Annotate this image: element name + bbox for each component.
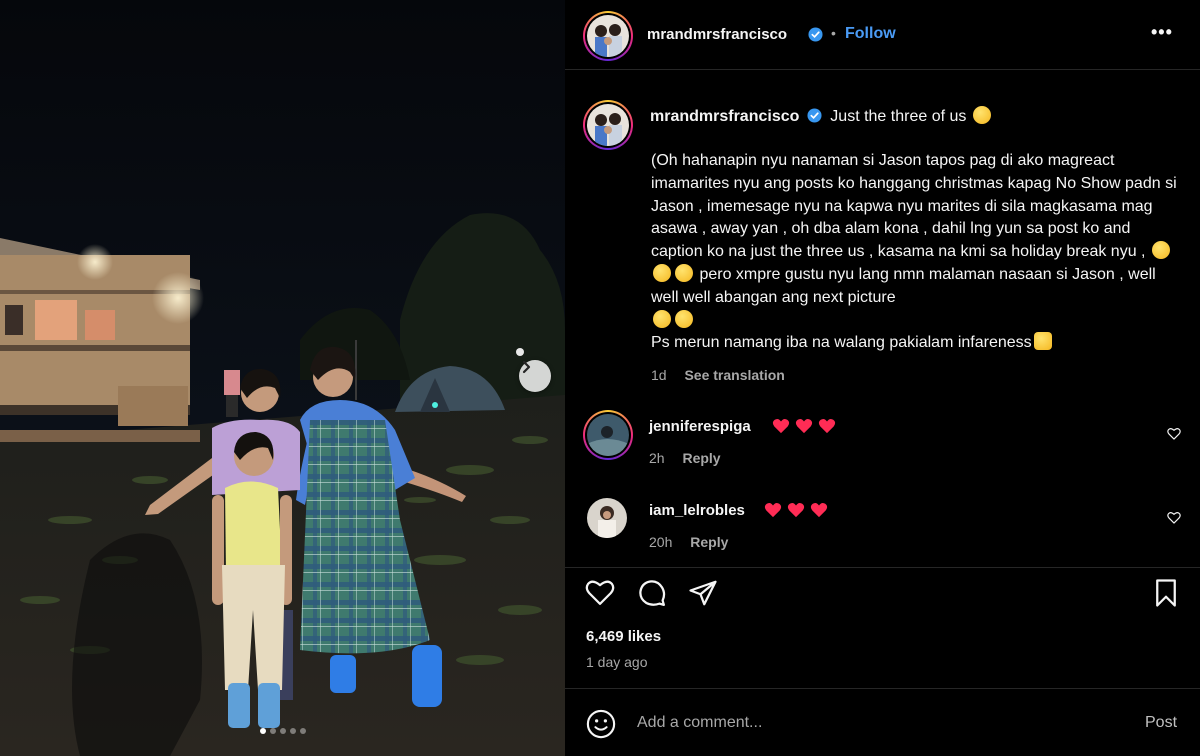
thumbs-up-emoji-icon [1033,332,1052,351]
carousel-dot [299,728,306,734]
comment-like-icon[interactable] [1167,511,1181,524]
caption-body-text-3: Ps merun namang iba na walang pakialam i… [651,334,1032,352]
comment-meta: 20h Reply [649,534,728,550]
comment-like-icon[interactable] [1167,427,1181,440]
save-bookmark-icon[interactable] [1153,578,1179,608]
likes-count[interactable]: 6,469 likes [586,628,661,645]
commenter-avatar[interactable] [587,498,627,538]
comment-meta: 2h Reply [649,450,721,466]
grin-emoji-icon [675,263,693,282]
caption-author-avatar[interactable] [583,100,633,150]
add-comment-bar: Post [565,688,1200,756]
next-slide-button[interactable] [519,360,551,392]
comment-age: 20h [649,534,673,550]
caption-meta: 1d See translation [651,367,785,383]
avatar-image [587,498,627,538]
avatar-image [587,414,629,456]
post-modal: mrandmrsfrancisco • Follow ••• mrandmrsf… [0,0,1200,756]
post-time: 1 day ago [586,654,648,670]
thinking-emoji-icon [653,309,671,328]
heart-emoji-icon [818,418,836,434]
grin-emoji-icon [653,263,671,282]
heart-emoji-icon [772,418,790,434]
star-eyes-emoji-icon [972,106,991,124]
post-media[interactable] [0,0,565,756]
carousel-indicator [0,728,565,734]
post-photo [0,0,565,756]
post-header: mrandmrsfrancisco • Follow ••• [565,0,1200,70]
emoji-picker-icon[interactable] [586,709,616,739]
caption-age: 1d [651,367,667,383]
avatar-image [587,15,629,57]
author-username[interactable]: mrandmrsfrancisco [647,26,787,43]
caption-body: (Oh hahanapin nyu nanaman si Jason tapos… [651,150,1186,355]
post-comment-button[interactable]: Post [1145,714,1177,732]
share-icon[interactable] [688,578,718,608]
verified-badge-icon [808,27,823,42]
caption-heading: mrandmrsfrancisco Just the three of us [650,106,993,126]
chevron-right-icon [522,360,531,374]
carousel-dot [279,728,286,734]
comment-text [772,418,841,437]
comment-username[interactable]: iam_lelrobles [649,502,745,519]
caption-title: Just the three of us [830,108,967,125]
comment-username[interactable]: jenniferespiga [649,418,751,435]
heart-emoji-icon [795,418,813,434]
verified-badge-icon [807,108,822,123]
caption-username[interactable]: mrandmrsfrancisco [650,108,799,125]
caption-body-text: (Oh hahanapin nyu nanaman si Jason tapos… [651,152,1182,261]
heart-emoji-icon [764,502,782,518]
follow-button[interactable]: Follow [845,25,896,43]
reply-button[interactable]: Reply [690,534,728,550]
heart-emoji-icon [787,502,805,518]
zany-face-emoji-icon [675,309,693,328]
avatar-image [587,104,629,146]
follow-separator: • [831,25,836,41]
like-icon[interactable] [585,578,615,606]
see-translation-link[interactable]: See translation [684,367,784,383]
comment-icon[interactable] [637,578,667,608]
comment-text [764,502,833,521]
add-comment-input[interactable] [637,711,1087,735]
comment-age: 2h [649,450,665,466]
zany-face-emoji-icon [1151,241,1170,260]
commenter-avatar[interactable] [583,410,633,460]
more-options-button[interactable]: ••• [1151,22,1173,43]
heart-emoji-icon [810,502,828,518]
carousel-dot [269,728,276,734]
caption-body-text-2: pero xmpre gustu nyu lang nmn malaman na… [651,265,1161,306]
reply-button[interactable]: Reply [682,450,720,466]
post-side-panel: mrandmrsfrancisco • Follow ••• mrandmrsf… [565,0,1200,756]
carousel-dot [289,728,296,734]
post-actions-bar [565,567,1200,617]
author-avatar[interactable] [583,11,633,61]
carousel-dot [259,728,266,734]
